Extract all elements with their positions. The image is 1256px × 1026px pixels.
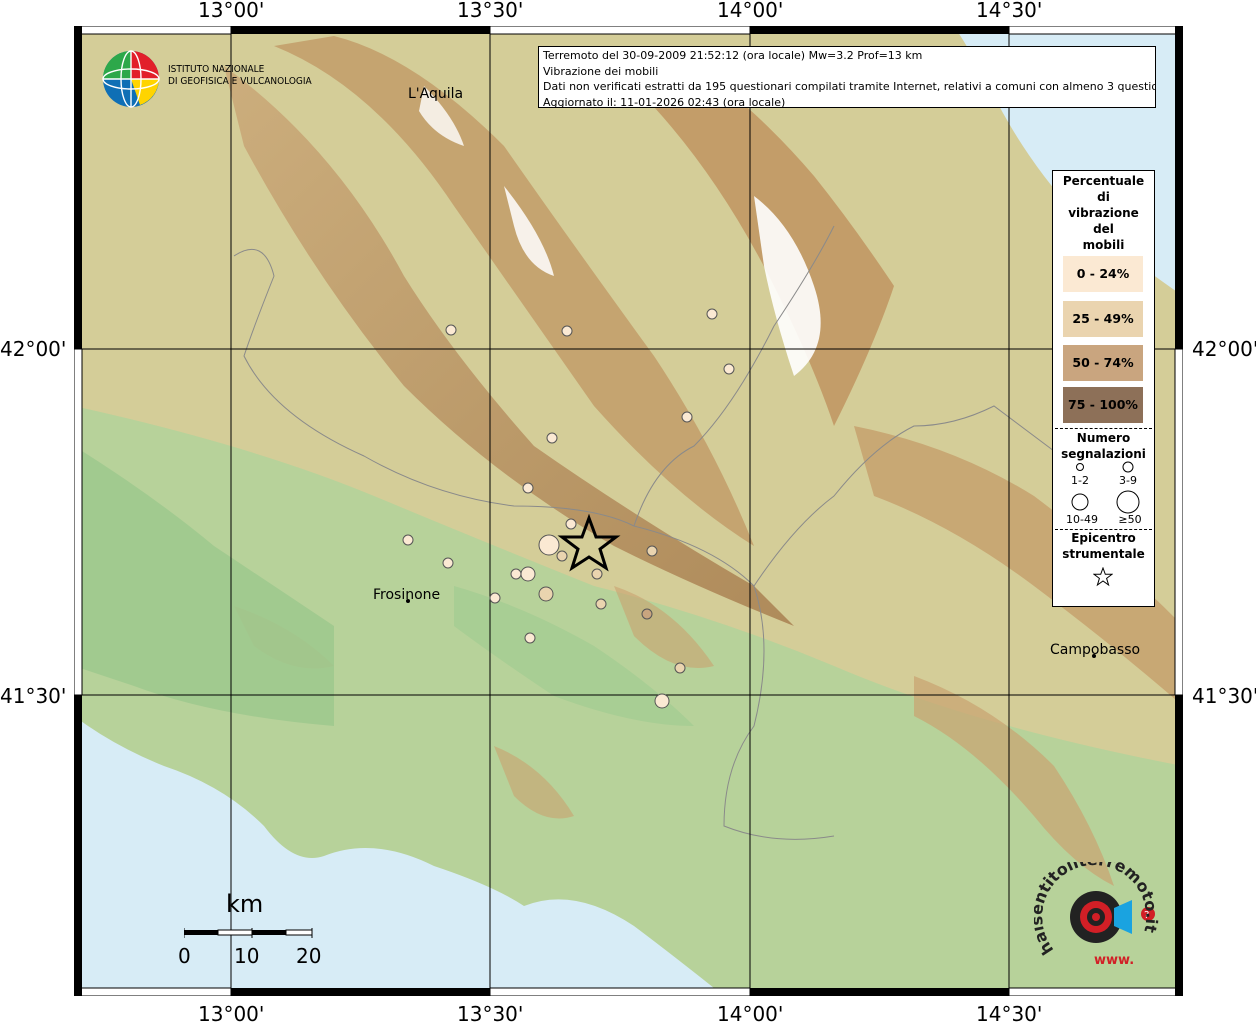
report-circle xyxy=(681,411,693,423)
terrain xyxy=(74,26,1183,996)
top-axis-label: 14°30' xyxy=(976,0,1043,22)
scale-title: km xyxy=(226,890,264,918)
left-axis-label: 42°00' xyxy=(0,337,67,361)
report-circle xyxy=(442,557,454,569)
legend-epicenter-title-line: Epicentro xyxy=(1071,531,1136,545)
report-circle xyxy=(520,566,536,582)
report-circle xyxy=(646,545,658,557)
institute-line2: DI GEOFISICA E VULCANOLOGIA xyxy=(168,76,312,87)
report-circle xyxy=(561,325,573,337)
scale-tick-0: 0 xyxy=(178,944,191,968)
legend: Percentuale di vibrazione del mobili 0 -… xyxy=(1052,170,1155,607)
left-axis-label: 41°30' xyxy=(0,684,67,708)
legend-epicenter-title-line: strumentale xyxy=(1062,547,1145,561)
updated-line: Aggiornato il: 11-01-2026 02:43 (ora loc… xyxy=(543,95,786,108)
report-circle xyxy=(641,608,653,620)
legend-size-1: 1-2 xyxy=(1071,474,1089,487)
legend-title-line: mobili xyxy=(1082,238,1125,252)
map-type-line: Vibrazione dei mobili xyxy=(543,64,659,78)
legend-title-line: Percentuale xyxy=(1062,174,1145,188)
legend-class-3: 75 - 100% xyxy=(1063,387,1143,423)
legend-size-title-line: Numero xyxy=(1076,431,1131,445)
right-axis-label: 41°30' xyxy=(1192,684,1256,708)
report-circle xyxy=(538,586,554,602)
report-circle xyxy=(556,550,568,562)
right-axis-label: 42°00' xyxy=(1192,337,1256,361)
report-circle xyxy=(674,662,686,674)
report-circle xyxy=(510,568,522,580)
scale-tick-20: 20 xyxy=(296,944,322,968)
legend-epicenter-title: Epicentro strumentale xyxy=(1053,530,1154,562)
legend-divider xyxy=(1055,428,1152,429)
legend-size-4: ≥50 xyxy=(1118,513,1142,526)
city-label-campobasso: Campobasso xyxy=(1050,642,1141,658)
top-axis-label: 13°00' xyxy=(198,0,265,22)
top-axis-label: 14°00' xyxy=(717,0,784,22)
top-axis-label: 13°30' xyxy=(457,0,524,22)
bottom-axis-label: 14°00' xyxy=(717,1002,784,1026)
legend-title-line: del xyxy=(1093,222,1114,236)
legend-title-line: di xyxy=(1097,190,1110,204)
map-frame xyxy=(74,26,1183,996)
legend-class-2: 50 - 74% xyxy=(1063,345,1143,381)
report-circle xyxy=(654,693,670,709)
report-circle xyxy=(538,534,560,556)
event-info-box: Terremoto del 30-09-2009 21:52:12 (ora l… xyxy=(538,46,1156,108)
hst-www-text: www. xyxy=(1094,953,1134,968)
bottom-axis-label: 13°00' xyxy=(198,1002,265,1026)
report-circle xyxy=(522,482,534,494)
report-circle xyxy=(565,518,577,530)
report-circle xyxy=(723,363,735,375)
hst-logo: ? haisentitoilterremoto.it www. xyxy=(1034,862,1161,968)
report-circle xyxy=(706,308,718,320)
legend-class-1: 25 - 49% xyxy=(1063,301,1143,337)
scale-bar-graphic xyxy=(184,928,313,938)
bottom-axis-label: 13°30' xyxy=(457,1002,524,1026)
city-label-frosinone: Frosinone xyxy=(373,587,441,603)
report-circle xyxy=(595,598,607,610)
legend-title-line: vibrazione xyxy=(1068,206,1139,220)
bottom-axis-label: 14°30' xyxy=(976,1002,1043,1026)
report-circle xyxy=(591,568,603,580)
report-circle xyxy=(524,632,536,644)
legend-title: Percentuale di vibrazione del mobili xyxy=(1053,171,1154,253)
institute-name: ISTITUTO NAZIONALE DI GEOFISICA E VULCAN… xyxy=(168,64,312,88)
legend-size-title: Numero segnalazioni xyxy=(1053,430,1154,462)
legend-star-icon xyxy=(1093,567,1113,587)
report-circle xyxy=(402,534,414,546)
city-label-laquila: L'Aquila xyxy=(408,86,464,102)
report-circle xyxy=(546,432,558,444)
report-circle xyxy=(489,592,501,604)
data-source-line: Dati non verificati estratti da 195 ques… xyxy=(543,80,1156,93)
institute-line1: ISTITUTO NAZIONALE xyxy=(168,64,265,75)
legend-class-0: 0 - 24% xyxy=(1063,256,1143,292)
legend-size-2: 3-9 xyxy=(1119,474,1137,487)
event-line: Terremoto del 30-09-2009 21:52:12 (ora l… xyxy=(543,49,923,62)
scale-tick-10: 10 xyxy=(234,944,260,968)
ingv-globe-icon xyxy=(102,50,160,108)
report-circle xyxy=(445,324,457,336)
scale-bar: km 0 10 20 xyxy=(176,890,326,970)
